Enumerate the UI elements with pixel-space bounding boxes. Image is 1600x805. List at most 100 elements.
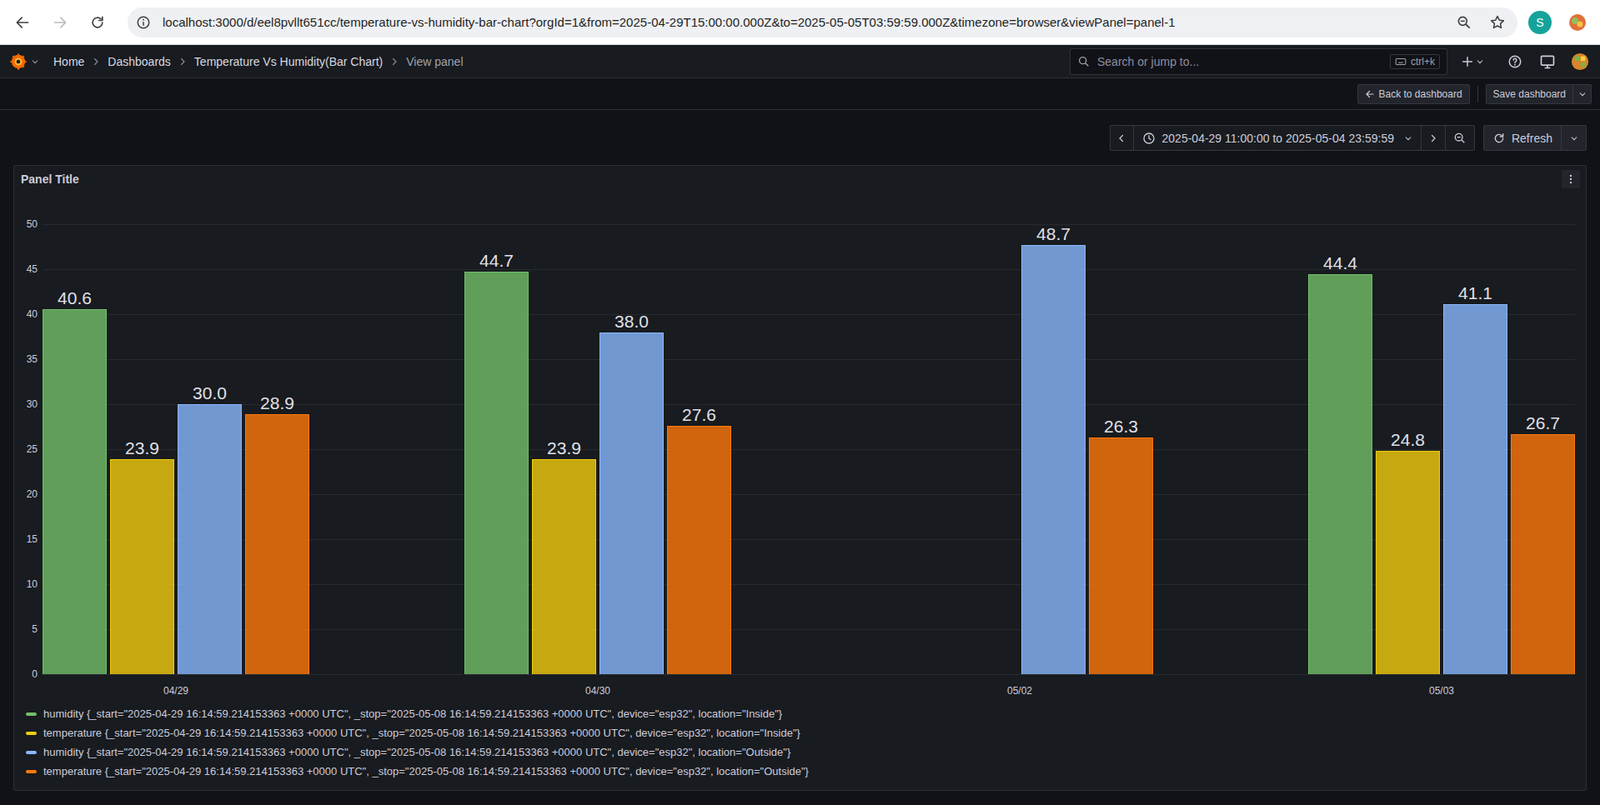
extension-icon[interactable] — [1567, 12, 1588, 33]
legend-color-marker — [25, 712, 37, 717]
user-avatar-icon[interactable] — [1570, 52, 1590, 71]
bar-group: 40.623.930.028.9 — [42, 224, 310, 675]
bar[interactable] — [1308, 274, 1373, 675]
bar-value-label: 27.6 — [682, 405, 717, 426]
chevron-right-icon — [177, 56, 188, 67]
bar-group: 44.424.841.126.7 — [1308, 224, 1575, 675]
chevron-right-icon — [90, 56, 101, 67]
site-info-icon[interactable] — [135, 15, 151, 31]
back-to-dashboard-button[interactable]: Back to dashboard — [1357, 84, 1470, 105]
menu-chevron-icon[interactable] — [30, 57, 40, 66]
time-range-label: 2025-04-29 11:00:00 to 2025-05-04 23:59:… — [1162, 131, 1395, 146]
breadcrumb-item[interactable]: Temperature Vs Humidity(Bar Chart) — [194, 55, 383, 69]
back-label: Back to dashboard — [1379, 88, 1463, 101]
legend-color-marker — [25, 751, 37, 755]
legend-color-marker — [25, 770, 37, 774]
bookmark-star-icon[interactable] — [1489, 14, 1506, 31]
bar[interactable] — [1021, 245, 1086, 675]
grafana-logo-icon[interactable] — [9, 52, 28, 71]
news-icon[interactable] — [1539, 53, 1556, 71]
save-dashboard-button[interactable]: Save dashboard — [1485, 84, 1592, 105]
x-tick-label: 04/29 — [163, 684, 189, 698]
bar-value-label: 24.8 — [1390, 430, 1425, 451]
y-tick-label: 0 — [31, 667, 38, 682]
search-box[interactable]: Search or jump to... ctrl+k — [1069, 48, 1448, 76]
legend-label[interactable]: temperature {_start="2025-04-29 16:14:59… — [43, 765, 809, 778]
address-bar[interactable]: localhost:3000/d/eel8pvllt651cc/temperat… — [127, 7, 1518, 38]
url-text[interactable]: localhost:3000/d/eel8pvllt651cc/temperat… — [162, 15, 1175, 30]
bar[interactable] — [245, 414, 310, 675]
shortcut-hint: ctrl+k — [1410, 55, 1435, 68]
breadcrumb-item: View panel — [406, 55, 463, 69]
time-chevron-icon — [1404, 134, 1413, 143]
legend: humidity {_start="2025-04-29 16:14:59.21… — [20, 704, 1575, 782]
x-tick-label: 05/03 — [1429, 684, 1455, 698]
forward-button[interactable] — [45, 7, 76, 38]
y-tick-label: 5 — [31, 622, 38, 637]
legend-label[interactable]: humidity {_start="2025-04-29 16:14:59.21… — [43, 707, 783, 721]
bar-value-label: 38.0 — [614, 311, 649, 332]
bar-group: 48.726.3 — [886, 224, 1154, 675]
save-label: Save dashboard — [1493, 88, 1573, 101]
y-tick-label: 25 — [26, 442, 38, 457]
refresh-label: Refresh — [1511, 131, 1553, 146]
time-range-button[interactable]: 2025-04-29 11:00:00 to 2025-05-04 23:59:… — [1133, 125, 1422, 151]
add-chevron-icon[interactable] — [1475, 57, 1485, 66]
bar[interactable] — [1443, 304, 1508, 675]
bar-value-label: 41.1 — [1458, 283, 1493, 304]
bar[interactable] — [599, 332, 664, 675]
y-tick-label: 30 — [26, 397, 38, 412]
bar-value-label: 44.7 — [479, 250, 514, 271]
x-tick-label: 04/30 — [585, 684, 611, 698]
bar[interactable] — [110, 459, 175, 675]
profile-avatar[interactable]: S — [1528, 10, 1552, 35]
help-icon[interactable] — [1507, 54, 1523, 70]
refresh-button[interactable]: Refresh — [1484, 125, 1561, 151]
y-tick-label: 40 — [26, 307, 38, 322]
back-button[interactable] — [7, 7, 38, 38]
add-icon[interactable] — [1460, 55, 1475, 69]
bar[interactable] — [177, 404, 242, 675]
bar-value-label: 48.7 — [1036, 224, 1071, 245]
save-options-icon[interactable] — [1572, 85, 1591, 104]
reload-icon[interactable] — [82, 7, 113, 38]
bar-value-label: 23.9 — [546, 438, 582, 459]
y-tick-label: 45 — [26, 262, 38, 276]
legend-label[interactable]: temperature {_start="2025-04-29 16:14:59… — [43, 727, 801, 740]
panel-title: Panel Title — [20, 172, 80, 186]
y-tick-label: 50 — [26, 217, 38, 231]
search-icon — [1077, 55, 1091, 69]
bar[interactable] — [531, 459, 597, 675]
refresh-interval-icon[interactable] — [1560, 125, 1586, 151]
panel-menu-icon[interactable] — [1561, 170, 1580, 189]
bar[interactable] — [1088, 437, 1154, 675]
breadcrumb-item[interactable]: Home — [53, 55, 85, 69]
legend-item[interactable]: humidity {_start="2025-04-29 16:14:59.21… — [25, 742, 1575, 763]
y-tick-label: 35 — [26, 352, 38, 367]
bar[interactable] — [1510, 434, 1575, 675]
search-placeholder[interactable]: Search or jump to... — [1097, 55, 1199, 69]
breadcrumb-item[interactable]: Dashboards — [107, 55, 171, 69]
bar[interactable] — [667, 426, 732, 675]
chevron-right-icon — [389, 56, 400, 67]
shift-forward-icon[interactable] — [1421, 125, 1446, 151]
bar[interactable] — [464, 271, 529, 675]
legend-label[interactable]: humidity {_start="2025-04-29 16:14:59.21… — [43, 746, 791, 759]
zoom-icon[interactable] — [1455, 14, 1473, 31]
legend-color-marker — [25, 732, 37, 736]
legend-item[interactable]: temperature {_start="2025-04-29 16:14:59… — [25, 762, 1575, 782]
shift-back-icon[interactable] — [1110, 125, 1134, 151]
bar-value-label: 30.0 — [192, 383, 227, 404]
x-tick-label: 05/02 — [1007, 684, 1033, 698]
legend-item[interactable]: temperature {_start="2025-04-29 16:14:59… — [25, 723, 1575, 743]
bar-group: 44.7 23.9 38.0 27.6 — [464, 224, 732, 675]
y-tick-label: 20 — [26, 487, 38, 502]
legend-item[interactable]: humidity {_start="2025-04-29 16:14:59.21… — [25, 704, 1575, 724]
y-tick-label: 10 — [26, 577, 38, 592]
bar[interactable] — [1375, 451, 1440, 675]
bar-value-label: 23.9 — [125, 438, 160, 459]
arrow-left-icon — [1364, 89, 1375, 100]
zoom-out-icon[interactable] — [1445, 125, 1475, 151]
plot-area: 40.623.930.028.944.723.938.027.648.726.3… — [42, 224, 1575, 675]
bar[interactable] — [42, 309, 107, 675]
